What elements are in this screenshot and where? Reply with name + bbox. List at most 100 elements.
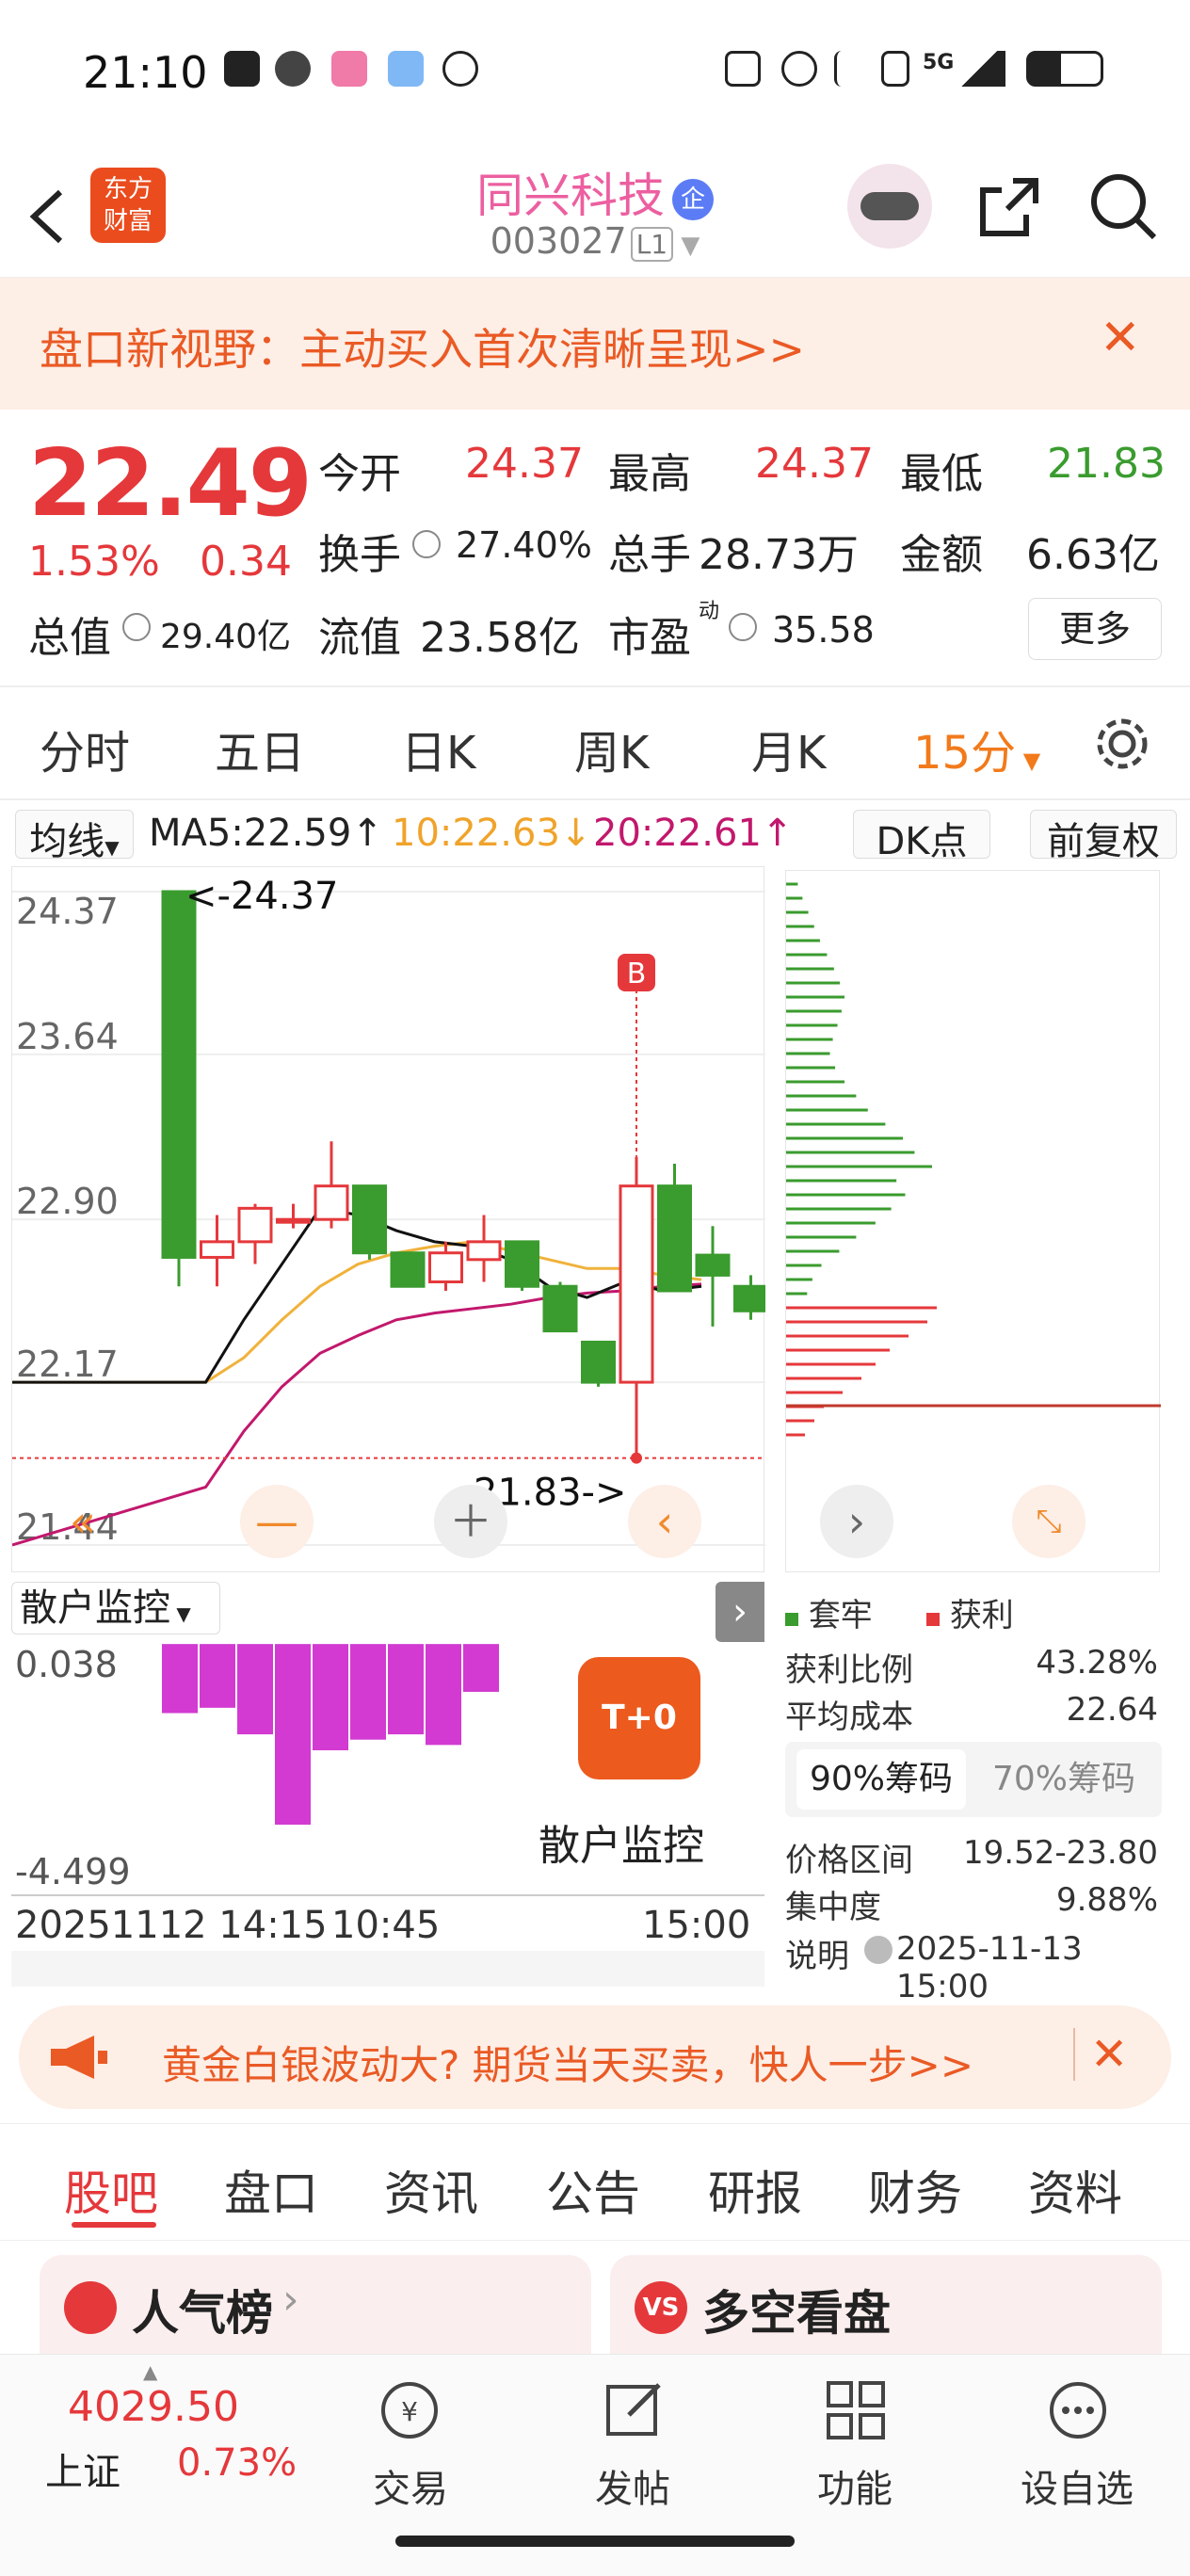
legend-trapped-label: 套牢 <box>808 1597 873 1634</box>
candle-body <box>619 1184 654 1384</box>
x-axis-bar <box>11 1951 764 1987</box>
dk-button[interactable]: DK点 <box>853 810 990 863</box>
edit-icon[interactable] <box>601 2377 667 2443</box>
banner-text: 盘口新视野：主动买入首次清晰呈现>> <box>40 324 806 375</box>
zoom-in-icon[interactable]: ＋ <box>434 1485 507 1558</box>
expand-icon[interactable]: ⤡ <box>1012 1485 1085 1558</box>
mktcap-label: 总值 <box>28 614 111 662</box>
assistant-avatar[interactable] <box>847 164 932 249</box>
volume-value: 28.73万 <box>699 531 859 579</box>
network-type: 5G <box>923 51 955 74</box>
candle-body <box>352 1184 387 1255</box>
scroll-left-fast-icon[interactable]: « <box>46 1485 120 1558</box>
candle-body <box>581 1340 616 1384</box>
concentration-value: 9.88% <box>1055 1881 1158 1919</box>
index-change: 0.73% <box>177 2441 298 2485</box>
sub-selector[interactable]: 散户监控 ▼ <box>11 1582 220 1634</box>
chip-distribution[interactable]: › ⤡ <box>785 870 1161 1572</box>
nav-post[interactable]: 发帖 <box>557 2458 708 2513</box>
tab-announcement[interactable]: 公告 <box>546 2156 640 2224</box>
tab-chip-90[interactable]: 90%筹码 <box>796 1749 966 1810</box>
candle-body <box>695 1253 731 1277</box>
tab-five-day[interactable]: 五日 <box>215 716 305 781</box>
candle-body <box>428 1251 463 1284</box>
nav-function[interactable]: 功能 <box>780 2458 930 2513</box>
weather-icon <box>388 51 424 87</box>
enterprise-badge: 企 <box>672 178 714 220</box>
amount-label: 金额 <box>900 531 983 579</box>
index-value[interactable]: 4029.50 <box>68 2383 239 2431</box>
popularity-title: 人气榜 <box>132 2286 273 2341</box>
float-value: 23.58亿 <box>420 614 580 662</box>
gear-icon[interactable] <box>1092 714 1152 774</box>
bottom-nav: ▲ 4029.50 上证 0.73% ¥ 交易 发帖 功能 设自选 <box>0 2354 1190 2576</box>
low-label: 最低 <box>900 450 983 498</box>
calendar-icon: T+0 <box>578 1657 700 1779</box>
info-icon[interactable] <box>122 613 151 641</box>
chevron-right-icon: › <box>282 2276 299 2324</box>
retail-bar <box>463 1644 499 1692</box>
close-icon[interactable]: ✕ <box>1100 310 1141 366</box>
more-dots-icon[interactable] <box>1045 2377 1111 2443</box>
tab-guba[interactable]: 股吧 <box>64 2156 158 2224</box>
low-dot <box>631 1452 642 1464</box>
avg-cost-value: 22.64 <box>1066 1691 1158 1729</box>
high-marker: <-24.37 <box>185 875 338 918</box>
tab-daily[interactable]: 日K <box>401 716 475 781</box>
trade-icon[interactable]: ¥ <box>377 2377 442 2443</box>
tab-research[interactable]: 研报 <box>708 2156 802 2224</box>
info-icon[interactable] <box>729 613 757 641</box>
low-value: 21.83 <box>1047 440 1166 488</box>
pe-label: 市盈 <box>608 614 691 662</box>
change-pct: 1.53% <box>28 538 160 586</box>
level-badge: L1 <box>630 227 674 262</box>
grid-icon[interactable] <box>823 2377 889 2443</box>
search-icon[interactable] <box>1088 171 1160 243</box>
legend-profit-swatch <box>926 1613 940 1626</box>
ma-selector-label: 均线 <box>29 820 105 863</box>
adjust-button[interactable]: 前复权 <box>1030 810 1177 863</box>
tab-news[interactable]: 资讯 <box>384 2156 478 2224</box>
tab-weekly[interactable]: 周K <box>574 716 649 781</box>
profit-ratio-value: 43.28% <box>1036 1644 1158 1682</box>
ma-selector[interactable]: 均线▼ <box>15 810 134 863</box>
scroll-left-icon[interactable]: ‹ <box>628 1485 701 1558</box>
zoom-out-icon[interactable]: — <box>240 1485 314 1558</box>
x-label-start: 20251112 14:15 <box>15 1904 328 1947</box>
close-icon[interactable]: ✕ <box>1073 2028 1128 2081</box>
tab-15min-label: 15分 <box>913 727 1017 780</box>
kline-svg: 24.3723.6422.9022.1721.44<-24.3721.83->B <box>12 875 765 1548</box>
retail-promo[interactable]: T+0 散户监控 <box>501 1642 764 1883</box>
share-icon[interactable] <box>975 173 1043 241</box>
wechat-icon <box>275 51 311 87</box>
candle-body <box>161 890 197 1259</box>
svg-text:¥: ¥ <box>401 2396 418 2427</box>
scroll-right-icon[interactable]: › <box>820 1485 893 1558</box>
kline-chart[interactable]: 24.37 23.64 22.90 22.17 21.44 <-24.37 21.83-> B… <box>11 866 765 1572</box>
futures-ad[interactable]: 黄金白银波动大? 期货当天买卖，快人一步>> ✕ <box>19 2005 1171 2109</box>
tab-monthly[interactable]: 月K <box>751 716 826 781</box>
tab-pankou[interactable]: 盘口 <box>224 2156 318 2224</box>
longshort-card[interactable]: VS 多空看盘 <box>610 2255 1162 2359</box>
popularity-card[interactable]: 人气榜 › <box>40 2255 591 2359</box>
candle-body <box>505 1240 539 1288</box>
nav-trade[interactable]: 交易 <box>335 2458 486 2513</box>
legend-trapped: 套牢 <box>785 1589 873 1635</box>
retail-monitor-panel[interactable]: 散户监控 ▼ › 0.038 -4.499 T+0 散户监控 20251112 … <box>11 1582 764 1987</box>
info-icon[interactable] <box>412 530 441 558</box>
content-tabs: 股吧 盘口 资讯 公告 研报 财务 资料 <box>0 2123 1190 2241</box>
info-icon[interactable] <box>864 1936 892 1964</box>
expand-right-icon[interactable]: › <box>716 1582 764 1642</box>
tab-profile[interactable]: 资料 <box>1028 2156 1122 2224</box>
turnover-label: 换手 <box>318 531 401 579</box>
vs-icon: VS <box>635 2281 687 2334</box>
nav-watchlist[interactable]: 设自选 <box>1002 2458 1152 2513</box>
hand-icon <box>442 51 478 87</box>
more-button[interactable]: 更多 <box>1028 598 1162 660</box>
tab-finance[interactable]: 财务 <box>868 2156 962 2224</box>
tab-intraday[interactable]: 分时 <box>40 716 130 781</box>
ma20-value: 20:22.61↑ <box>593 812 794 855</box>
promo-banner[interactable]: 盘口新视野：主动买入首次清晰呈现>> ✕ <box>0 278 1190 410</box>
tab-15min[interactable]: 15分 ▼ <box>913 716 1040 781</box>
tab-chip-70[interactable]: 70%筹码 <box>979 1749 1149 1810</box>
